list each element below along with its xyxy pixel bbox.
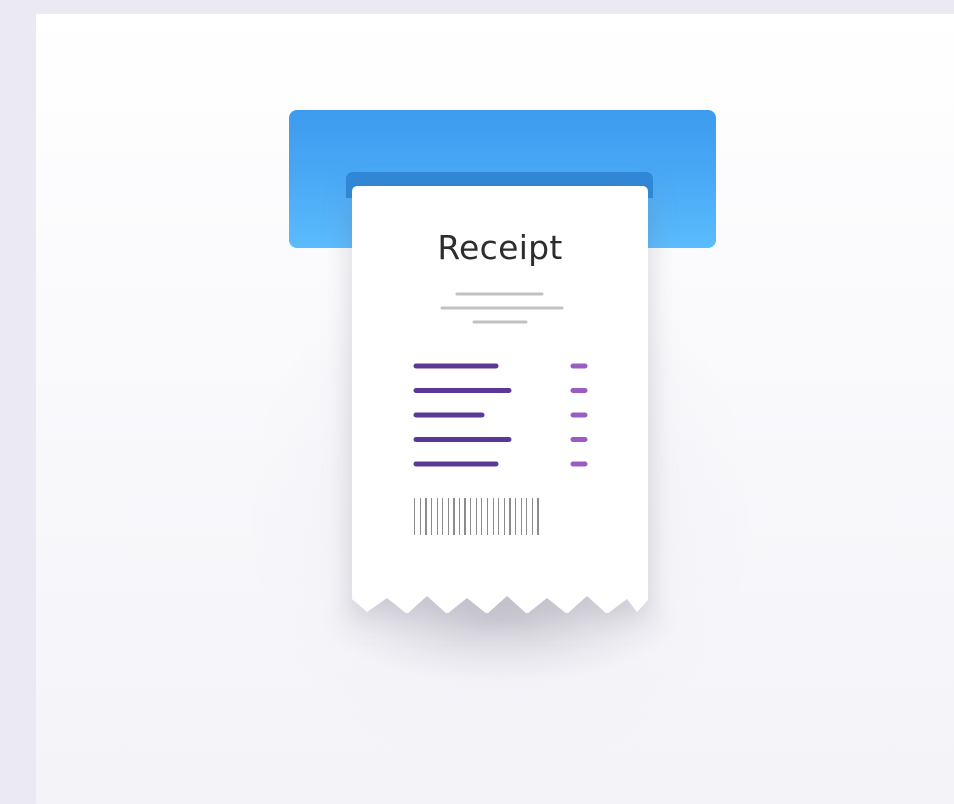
barcode-bar [437,498,438,535]
receipt-icon: Receipt [352,186,648,613]
barcode-bar [532,498,533,535]
barcode-bar [459,498,460,535]
barcode-bar [493,498,494,535]
barcode-bar [537,498,539,535]
barcode-bar [504,498,505,535]
barcode-bar [509,498,511,535]
barcode-bar [526,498,527,535]
barcode-bar [448,498,449,535]
barcode-bar [515,498,516,535]
barcode-bar [487,498,488,535]
barcode-bar [464,498,466,535]
receipt-title: Receipt [437,228,563,267]
barcode-bar [425,498,427,535]
barcode-bar [521,498,522,535]
barcode-bar [420,498,421,535]
barcode-bar [498,498,499,535]
barcode-bar [481,498,482,535]
barcode-bar [414,498,415,535]
barcode-bar [476,498,477,535]
barcode-bar [453,498,455,535]
barcode-bar [470,498,471,535]
barcode-bar [431,498,432,535]
barcode-bar [442,498,443,535]
